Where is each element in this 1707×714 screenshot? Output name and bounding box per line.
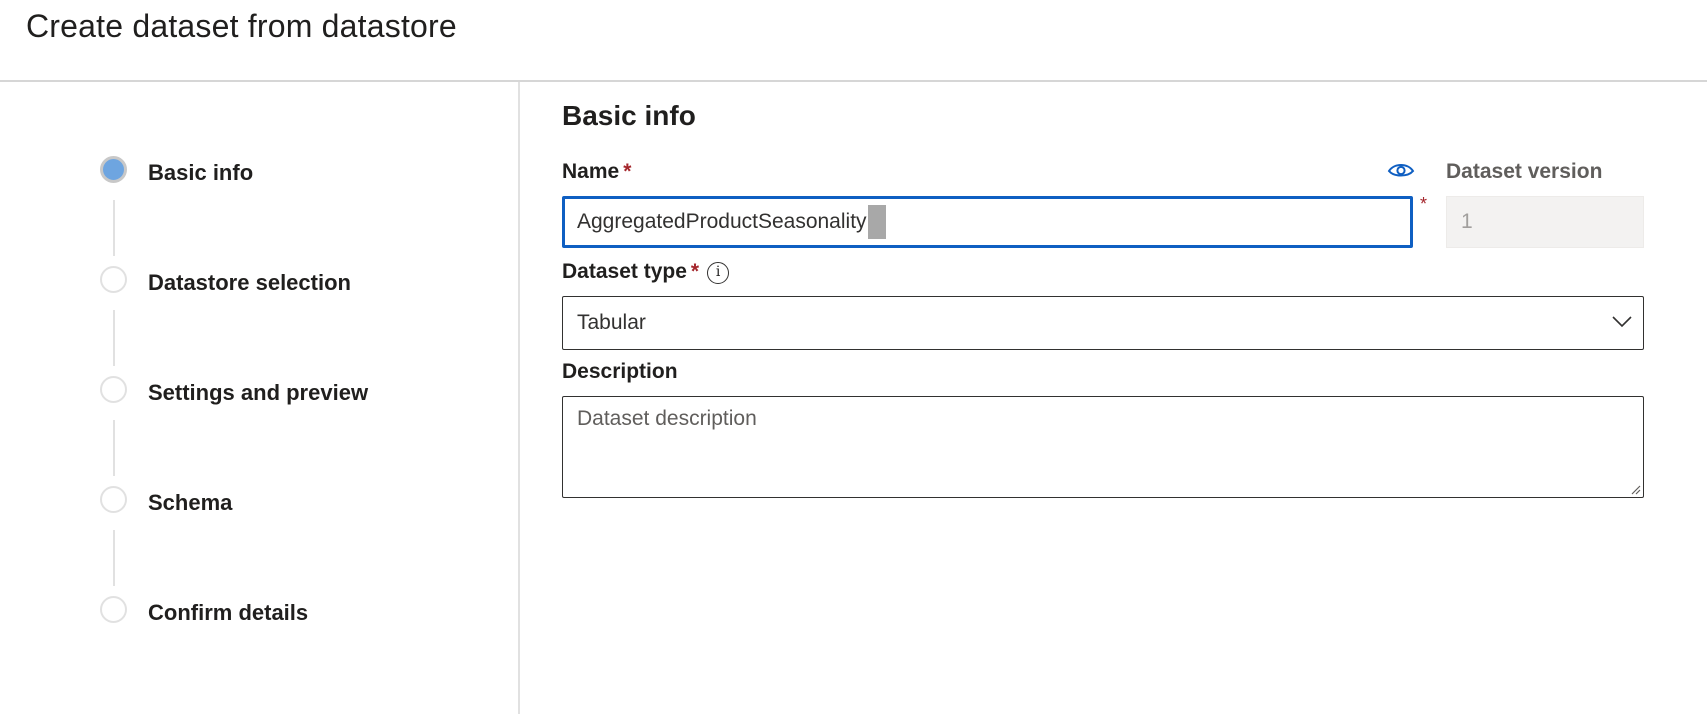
description-placeholder: Dataset description [577, 407, 757, 430]
resize-grip-icon[interactable] [1629, 483, 1641, 495]
dataset-version-label: Dataset version [1446, 160, 1603, 183]
page-title: Create dataset from datastore [26, 8, 457, 44]
description-label: Description [562, 360, 678, 383]
required-asterisk: * [1420, 194, 1428, 214]
section-title: Basic info [562, 100, 696, 131]
step-indicator [100, 596, 127, 623]
wizard-stepper: Basic info Datastore selection Settings … [0, 82, 520, 714]
dataset-version-input: 1 [1446, 196, 1644, 248]
description-textarea[interactable]: Dataset description [562, 396, 1644, 498]
required-asterisk: * [623, 160, 632, 183]
step-label: Confirm details [148, 600, 309, 625]
name-input-value: AggregatedProductSeasonality [577, 210, 867, 233]
step-indicator [100, 376, 127, 403]
step-indicator-active [100, 156, 127, 183]
dataset-type-dropdown[interactable]: Tabular [562, 296, 1644, 350]
name-label-text: Name [562, 160, 620, 183]
step-label: Schema [148, 490, 233, 515]
name-input[interactable]: AggregatedProductSeasonality [562, 196, 1413, 248]
dataset-type-label: Dataset type * i [562, 260, 730, 284]
required-asterisk: * [690, 260, 700, 283]
step-label: Settings and preview [148, 380, 369, 405]
step-connector [113, 200, 115, 256]
dataset-version-value: 1 [1461, 210, 1473, 233]
dataset-type-value: Tabular [577, 311, 646, 334]
step-indicator [100, 266, 127, 293]
step-connector [113, 420, 115, 476]
step-connector [113, 530, 115, 586]
chevron-down-icon [1612, 316, 1632, 328]
page-header: Create dataset from datastore [0, 0, 1707, 82]
name-label: Name * [562, 160, 631, 184]
step-label: Datastore selection [148, 270, 351, 295]
step-connector [113, 310, 115, 366]
info-icon[interactable]: i [707, 262, 730, 284]
dataset-type-label-text: Dataset type [562, 260, 687, 283]
step-label: Basic info [148, 160, 254, 185]
eye-icon[interactable] [1386, 160, 1416, 182]
step-indicator [100, 486, 127, 513]
text-cursor-selection [867, 205, 886, 239]
